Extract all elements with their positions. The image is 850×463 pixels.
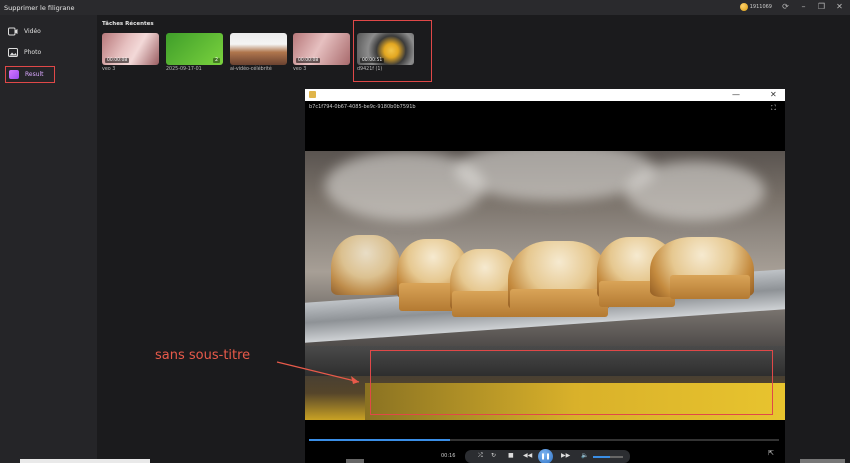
fullscreen-icon[interactable]: ⛶ [771, 104, 776, 113]
recent-thumbnail[interactable]: 00:00:08 [293, 33, 350, 65]
pastry [670, 275, 750, 299]
sidebar-item-photo[interactable]: Photo [8, 46, 41, 58]
thumbnail-label: veo 3 [102, 67, 116, 72]
close-icon[interactable]: ✕ [835, 2, 844, 11]
stop-icon[interactable]: ■ [508, 452, 514, 459]
video-filename: b7c1f794-0b67-4085-be9c-9180b0b7591b [309, 104, 416, 110]
sidebar-item-video[interactable]: Vidéo [8, 25, 41, 37]
sidebar-item-label: Photo [24, 48, 42, 56]
player-controls: ⤮ ↻ ■ ◀◀ ❚❚ ▶▶ 🔈 [465, 449, 630, 463]
titlebar-controls: 1911069 ⟳ – ❐ ✕ [739, 2, 844, 11]
player-close-icon[interactable]: ✕ [770, 89, 777, 101]
volume-icon[interactable]: 🔈 [581, 452, 588, 459]
restore-icon[interactable]: ❐ [817, 2, 826, 11]
seek-bar-fill [309, 439, 450, 441]
player-minimize-icon[interactable]: — [732, 89, 740, 101]
recent-tasks-title: Tâches Récentes [102, 21, 154, 27]
next-icon[interactable]: ▶▶ [561, 452, 570, 459]
taskbar-segment [800, 459, 845, 463]
recent-thumbnail[interactable] [230, 33, 287, 65]
recent-thumbnail[interactable]: 00:00:08 [102, 33, 159, 65]
annotation-label: sans sous-titre [155, 348, 251, 363]
title-bar: Supprimer le filigrane 1911069 ⟳ – ❐ ✕ [0, 0, 850, 15]
volume-slider-fill [593, 456, 610, 458]
pastry [331, 235, 401, 295]
user-account[interactable]: 1911069 [739, 2, 772, 11]
user-id: 1911069 [749, 3, 772, 10]
recent-thumbnail[interactable]: 2 [166, 33, 223, 65]
player-title-bar: — ✕ [305, 89, 785, 101]
app-title: Supprimer le filigrane [4, 3, 75, 12]
video-icon [8, 27, 18, 35]
thumbnail-label: veo 3 [293, 67, 307, 72]
thumbnail-label: ai-vidéo-célébrité [230, 67, 272, 72]
sidebar-item-label: Result [25, 71, 44, 78]
previous-icon[interactable]: ◀◀ [523, 452, 532, 459]
highlight-box [353, 20, 432, 82]
pause-button[interactable]: ❚❚ [538, 449, 553, 463]
refresh-icon[interactable]: ⟳ [781, 2, 790, 11]
annotation-arrow-icon [276, 361, 360, 384]
switch-to-library-icon[interactable]: ⇱ [768, 449, 774, 457]
player-app-icon [309, 91, 316, 98]
duration-badge: 00:00:08 [105, 58, 130, 63]
repeat-icon[interactable]: ↻ [491, 452, 496, 459]
taskbar-segment [20, 459, 150, 463]
shuffle-icon[interactable]: ⤮ [478, 452, 483, 460]
pastry [510, 289, 608, 317]
steam [625, 161, 765, 221]
image-count-badge: 2 [212, 58, 220, 63]
duration-badge: 00:00:08 [296, 58, 321, 63]
subtitle-area-highlight [370, 350, 773, 415]
app-window: Supprimer le filigrane 1911069 ⟳ – ❐ ✕ V… [0, 0, 850, 463]
coin-icon [739, 2, 748, 11]
taskbar-segment [346, 459, 364, 463]
time-display: 00:16 [441, 453, 456, 459]
photo-icon [8, 47, 18, 57]
sidebar-item-result[interactable]: Result [5, 66, 55, 83]
sidebar: Vidéo Photo Result [0, 15, 97, 463]
volume-slider[interactable] [593, 456, 623, 458]
seek-bar[interactable] [309, 439, 779, 441]
sidebar-item-label: Vidéo [24, 27, 41, 35]
thumbnail-label: 2025-09-17-01 [166, 67, 202, 72]
folder-icon [9, 70, 19, 79]
minimize-icon[interactable]: – [799, 2, 808, 11]
